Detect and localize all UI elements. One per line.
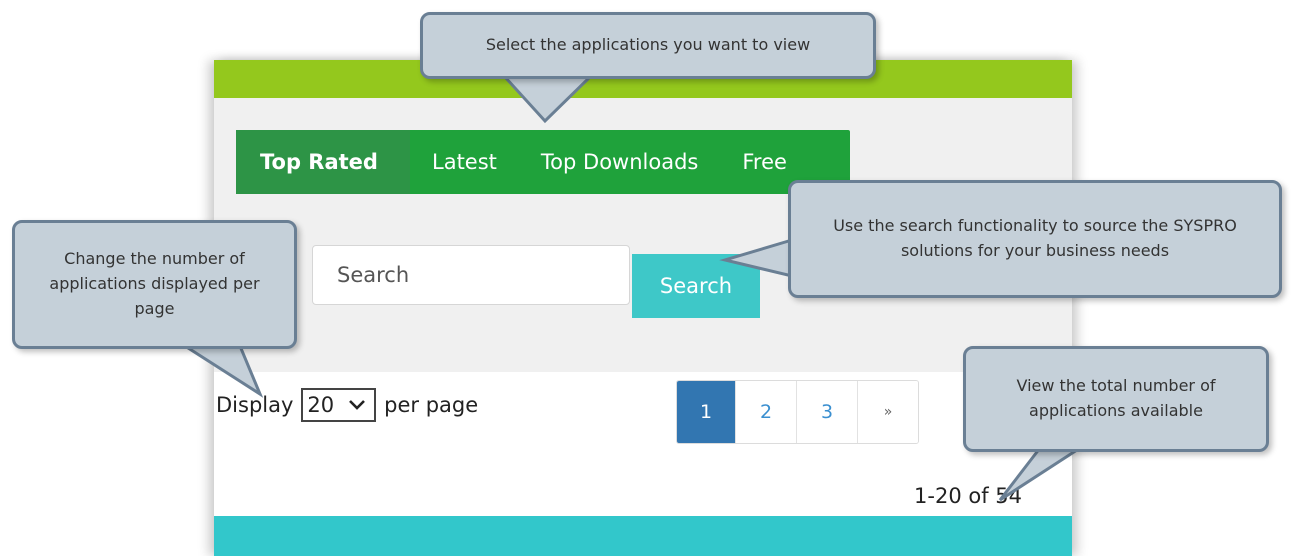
callout-total: View the total number of applications av… bbox=[963, 346, 1269, 452]
callout-total-text: View the total number of applications av… bbox=[1016, 376, 1216, 420]
callout-total-tail bbox=[998, 446, 1086, 502]
